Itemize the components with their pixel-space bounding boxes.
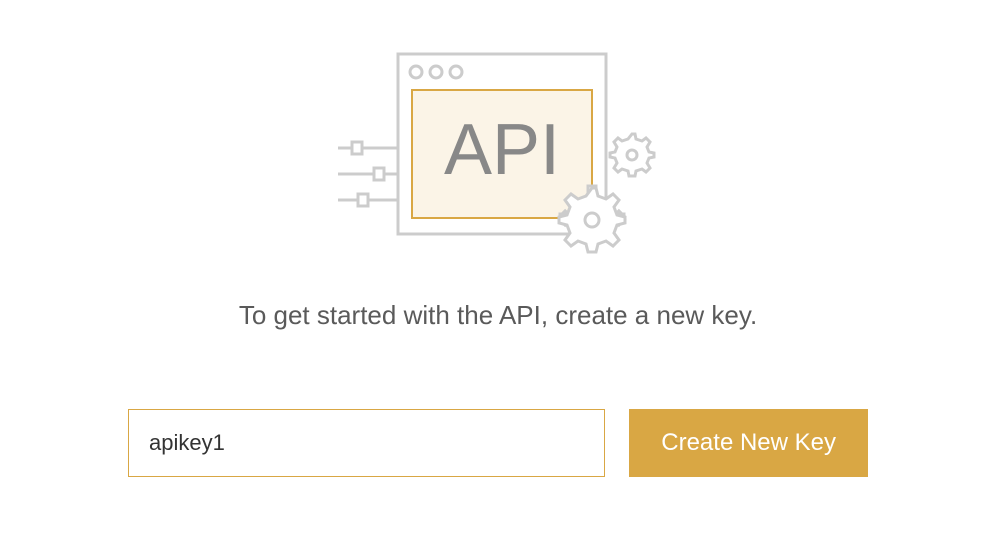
instruction-text: To get started with the API, create a ne… <box>239 300 757 331</box>
create-new-key-button[interactable]: Create New Key <box>629 409 868 477</box>
api-window-gears-icon: API <box>308 40 688 260</box>
svg-text:API: API <box>444 110 560 190</box>
create-key-form: Create New Key <box>128 409 868 477</box>
api-illustration: API <box>308 40 688 260</box>
api-key-name-input[interactable] <box>128 409 605 477</box>
